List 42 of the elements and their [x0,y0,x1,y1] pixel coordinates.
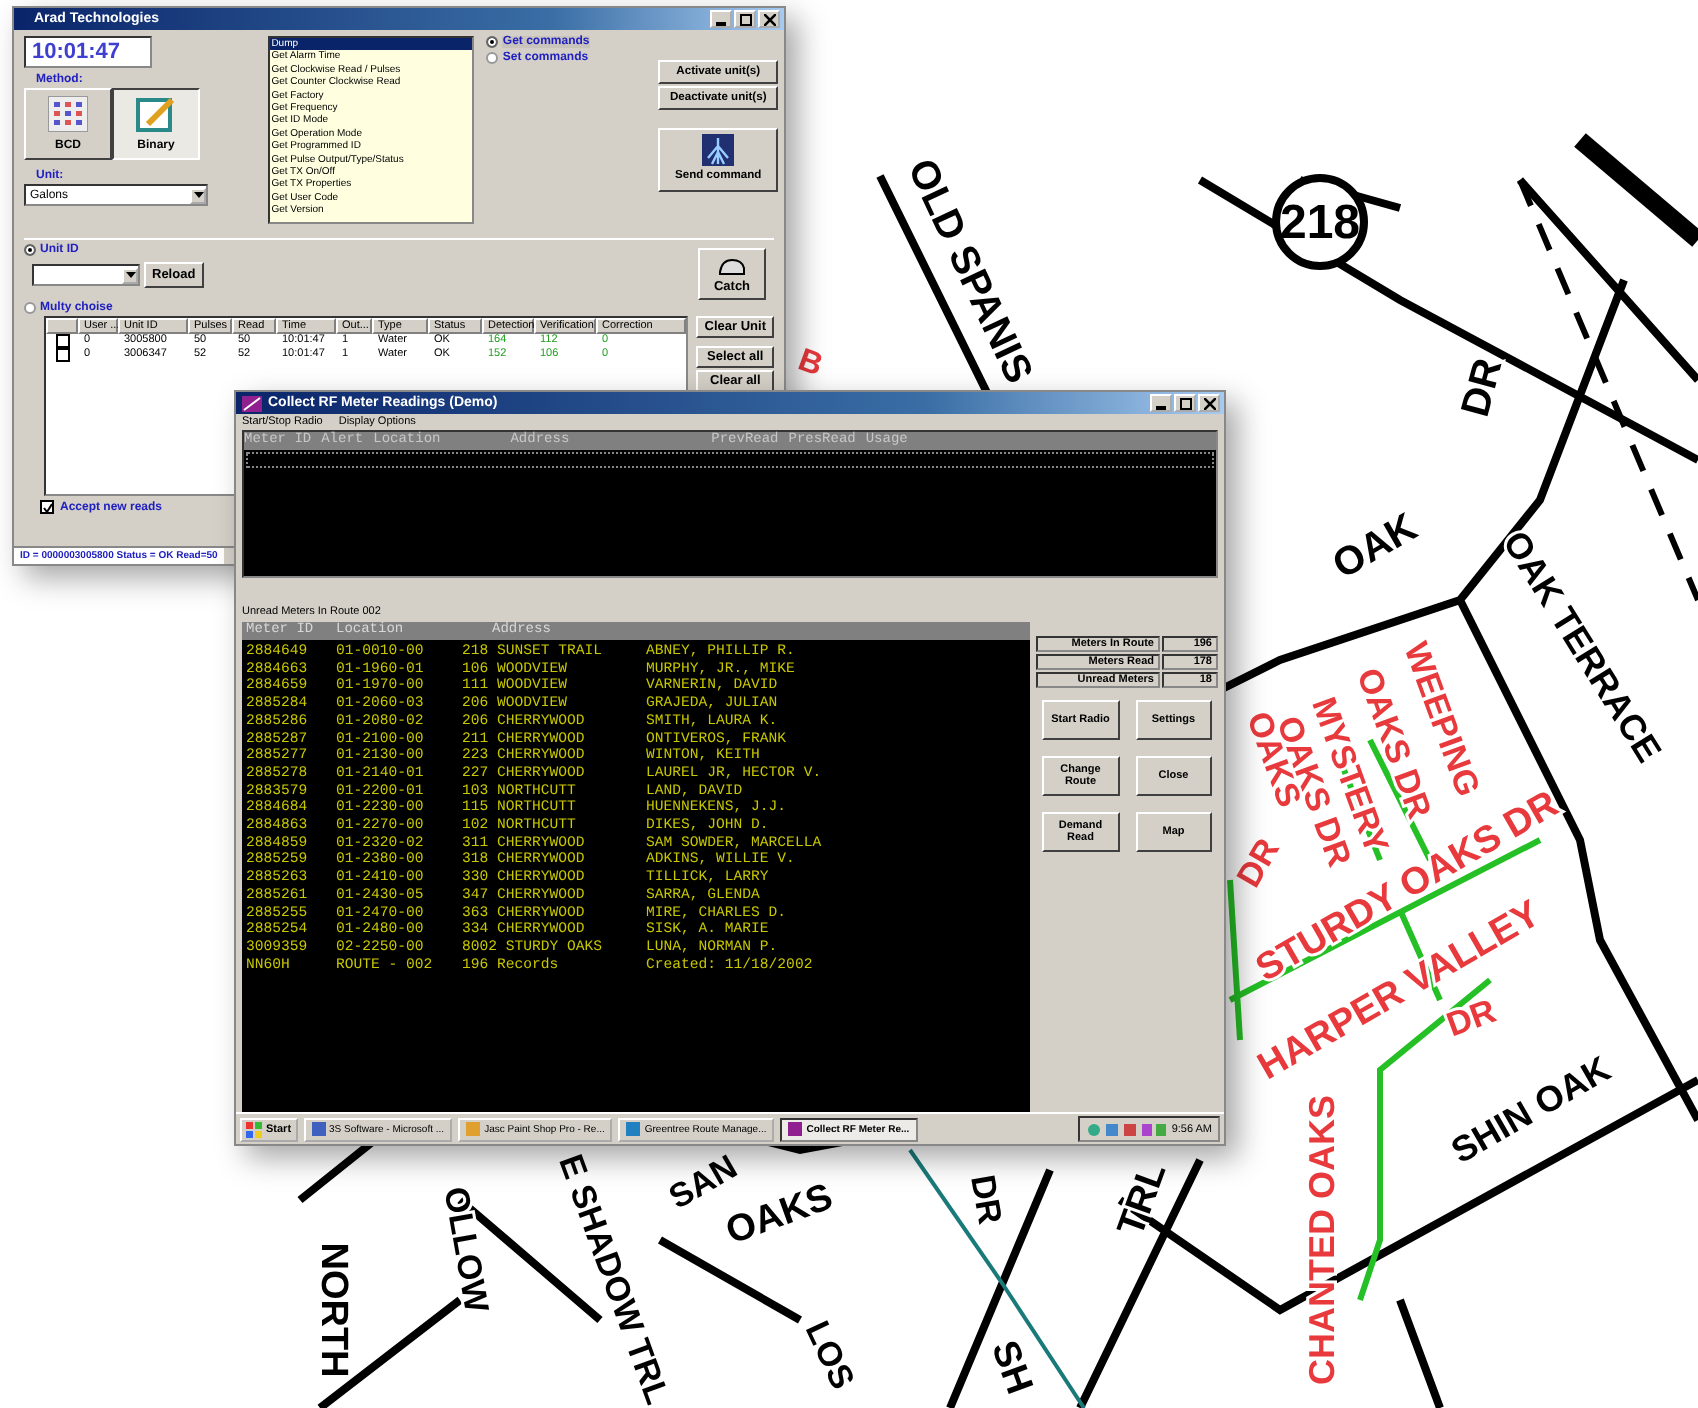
street-label: DR [1441,991,1501,1045]
radio-button[interactable] [24,302,36,314]
antenna-icon [702,134,735,166]
tray-icons [1085,1121,1166,1137]
route-marker: 218 [1279,196,1361,250]
unit-id-dropdown[interactable] [32,264,140,286]
maximize-button[interactable] [734,10,756,28]
hand-icon [718,255,746,275]
grid-icon [48,96,88,132]
maximize-icon [1179,397,1191,409]
checkbox[interactable] [40,500,54,514]
minimize-button[interactable] [1150,394,1172,412]
street-label: LOS [797,1315,862,1395]
app-icon [242,395,262,411]
maximize-icon [739,13,751,25]
radio-button[interactable] [486,36,499,48]
row-checkbox[interactable] [55,334,69,348]
street-label: CHANTED OAKS [1301,1095,1342,1385]
radio-button[interactable] [486,52,499,64]
street-label: DR [963,1172,1009,1228]
close-button[interactable] [758,10,780,28]
caret-icon [125,272,135,278]
street-label: OAK [1325,505,1425,589]
minimize-button[interactable] [710,10,732,28]
close-icon [1203,397,1215,409]
clock-display: 10:01:47 [24,36,152,68]
street-label: NORTH [311,1242,354,1378]
street-label: B [793,343,827,384]
notepad-icon [136,96,176,132]
street-label: SHIN OAK [1444,1048,1617,1172]
windows-logo-icon [246,1121,262,1137]
selected-row[interactable] [246,452,1214,468]
street-label: DR [1453,354,1512,422]
close-button[interactable] [1198,394,1220,412]
street-label: TRL [1110,1157,1176,1242]
street-label: SH [982,1335,1040,1400]
close-icon [763,13,775,25]
street-label: OLLOW [436,1184,496,1316]
row-checkbox[interactable] [55,348,69,362]
maximize-button[interactable] [1174,394,1196,412]
radio-button[interactable] [24,244,36,256]
caret-icon [193,192,203,198]
